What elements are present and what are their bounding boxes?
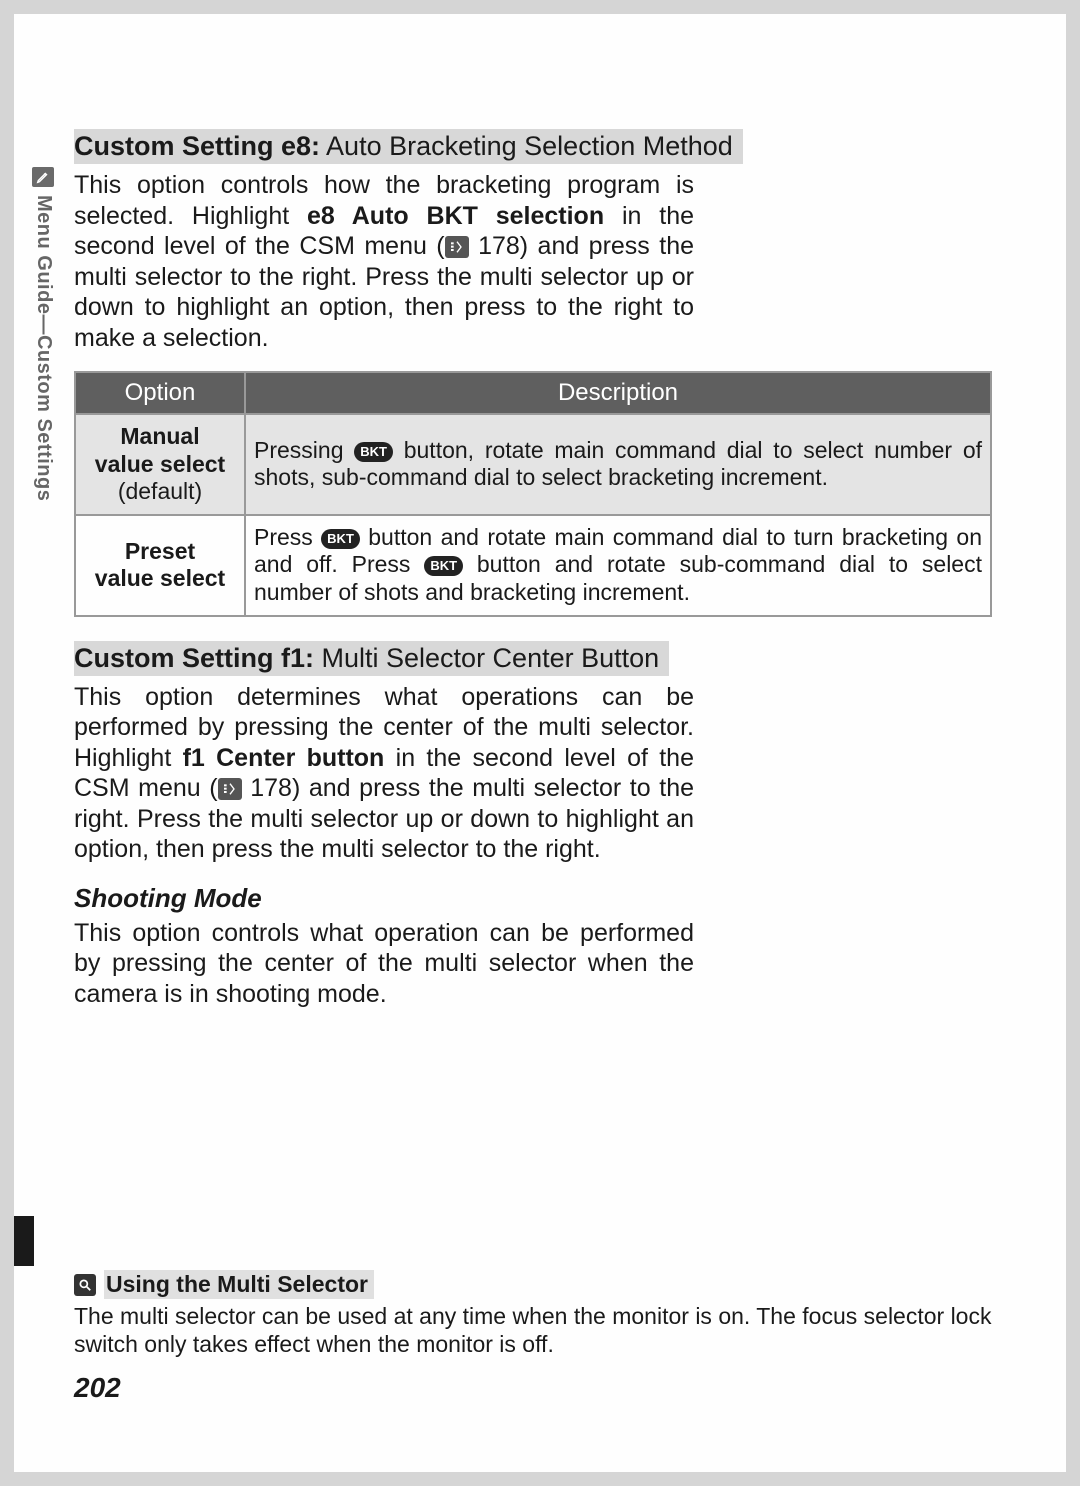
page-content: Custom Setting e8: Auto Bracketing Selec…	[74, 129, 1024, 1027]
table-row: Manual value select (default) Pressing B…	[75, 414, 991, 515]
heading-f1-bold: Custom Setting f1:	[74, 643, 314, 673]
table-row: Preset value select Press BKT button and…	[75, 515, 991, 616]
menu-icon	[218, 778, 242, 800]
bkt-icon: BKT	[321, 529, 360, 549]
opt-line: Manual	[120, 423, 199, 449]
options-table: Option Description Manual value select (…	[74, 371, 992, 617]
footer-tip-body: The multi selector can be used at any ti…	[74, 1303, 1034, 1358]
th-description: Description	[245, 372, 991, 414]
footer-tip-title: Using the Multi Selector	[104, 1270, 374, 1299]
desc-a: Press	[254, 524, 321, 550]
menu-icon	[445, 236, 469, 258]
e8-para-bold: e8 Auto BKT selection	[307, 202, 604, 230]
opt-line: (default)	[118, 478, 202, 504]
manual-page: Menu Guide—Custom Settings Custom Settin…	[14, 14, 1066, 1472]
footer-tip-block: Using the Multi Selector The multi selec…	[74, 1270, 1034, 1358]
e8-paragraph: This option controls how the bracketing …	[74, 170, 694, 353]
opt-line: value select	[95, 451, 225, 477]
shooting-mode-heading: Shooting Mode	[74, 883, 1024, 914]
bkt-icon: BKT	[424, 556, 463, 576]
sidebar-label: Menu Guide—Custom Settings	[32, 193, 55, 501]
page-number: 202	[74, 1372, 121, 1404]
desc-cell: Pressing BKT button, rotate main command…	[245, 414, 991, 515]
th-option: Option	[75, 372, 245, 414]
magnifier-icon	[74, 1274, 96, 1296]
shooting-mode-paragraph: This option controls what operation can …	[74, 918, 694, 1010]
f1-para-bold: f1 Center button	[183, 744, 385, 772]
tab-marker	[14, 1216, 34, 1266]
f1-paragraph: This option determines what operations c…	[74, 682, 694, 865]
heading-e8-rest: Auto Bracketing Selection Method	[320, 131, 733, 161]
opt-line: value select	[95, 565, 225, 591]
opt-line: Preset	[125, 538, 195, 564]
desc-a: Pressing	[254, 437, 354, 463]
sidebar: Menu Guide—Custom Settings	[32, 167, 60, 501]
heading-e8: Custom Setting e8: Auto Bracketing Selec…	[74, 129, 743, 164]
option-cell: Preset value select	[75, 515, 245, 616]
pencil-icon	[32, 167, 54, 187]
heading-f1-rest: Multi Selector Center Button	[314, 643, 659, 673]
heading-e8-bold: Custom Setting e8:	[74, 131, 320, 161]
option-cell: Manual value select (default)	[75, 414, 245, 515]
bkt-icon: BKT	[354, 442, 393, 462]
desc-cell: Press BKT button and rotate main command…	[245, 515, 991, 616]
table-header-row: Option Description	[75, 372, 991, 414]
heading-f1: Custom Setting f1: Multi Selector Center…	[74, 641, 669, 676]
